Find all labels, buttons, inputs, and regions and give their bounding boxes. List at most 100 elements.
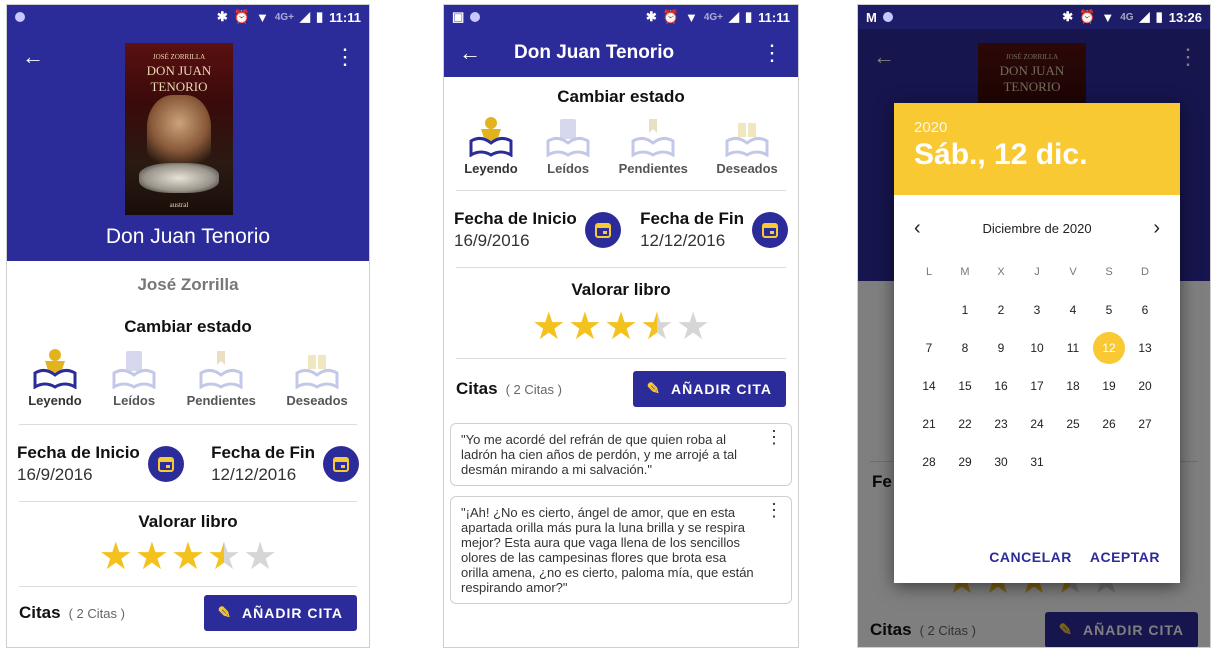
calendar-day[interactable]: 17 xyxy=(1019,367,1055,405)
cover-portrait-collar xyxy=(139,163,219,193)
calendar-day-number: 6 xyxy=(1141,303,1149,317)
calendar-day[interactable]: 6 xyxy=(1127,291,1163,329)
image-notification-icon: ▣ xyxy=(452,9,465,24)
bookmark-book-icon xyxy=(631,119,675,157)
calendar-day[interactable]: 21 xyxy=(911,405,947,443)
calendar-day[interactable]: 25 xyxy=(1055,405,1091,443)
chevron-right-icon: › xyxy=(1153,216,1160,239)
prev-month-button[interactable]: ‹ xyxy=(914,217,921,240)
calendar-day[interactable]: 14 xyxy=(911,367,947,405)
rating-star[interactable]: ★ xyxy=(676,308,710,346)
calendar-day[interactable]: 18 xyxy=(1055,367,1091,405)
cancel-button[interactable]: CANCELAR xyxy=(989,549,1072,565)
month-navigation: ‹ Diciembre de 2020 › xyxy=(894,213,1180,243)
rating-star[interactable]: ★ xyxy=(207,538,241,576)
quote-card[interactable]: "Yo me acordé del refrán de que quien ro… xyxy=(450,423,792,486)
rating-star[interactable]: ★ xyxy=(532,308,566,346)
calendar-day[interactable]: 20 xyxy=(1127,367,1163,405)
calendar-day-number: 11 xyxy=(1066,341,1080,355)
rating-star[interactable]: ★ xyxy=(171,538,205,576)
rating-stars[interactable]: ★★★★★ xyxy=(7,538,369,576)
end-date-value: 12/12/2016 xyxy=(211,465,297,484)
calendar-day[interactable]: 7 xyxy=(911,329,947,367)
calendar-grid: L M X J V S D 1 2 3 4 5 6 7 8 9 10 11 12 13 14 15 16 17 18 19 20 21… xyxy=(894,253,1180,481)
estado-deseados[interactable]: Deseados xyxy=(716,115,778,176)
start-date-picker-button[interactable] xyxy=(584,212,621,248)
calendar-day[interactable]: 27 xyxy=(1127,405,1163,443)
calendar-day-number: 2 xyxy=(997,303,1005,317)
clock: 11:11 xyxy=(329,9,361,25)
end-date-value: 12/12/2016 xyxy=(640,231,726,250)
calendar-day-number: 26 xyxy=(1102,417,1116,431)
calendar-day[interactable]: 1 xyxy=(947,291,983,329)
calendar-day-number: 5 xyxy=(1105,303,1113,317)
calendar-day[interactable]: 13 xyxy=(1127,329,1163,367)
calendar-day[interactable]: 16 xyxy=(983,367,1019,405)
overflow-menu-button[interactable]: ⋮ xyxy=(758,39,786,67)
calendar-day[interactable]: 19 xyxy=(1091,367,1127,405)
calendar-day[interactable]: 23 xyxy=(983,405,1019,443)
calendar-day[interactable]: 11 xyxy=(1055,329,1091,367)
divider xyxy=(456,267,786,268)
calendar-day[interactable]: 8 xyxy=(947,329,983,367)
add-quote-button[interactable]: ✎ AÑADIR CITA xyxy=(203,595,357,631)
estado-deseados[interactable]: Deseados xyxy=(286,347,348,408)
accept-button[interactable]: ACEPTAR xyxy=(1090,549,1160,565)
calendar-day[interactable]: 4 xyxy=(1055,291,1091,329)
estado-leidos[interactable]: Leídos xyxy=(112,347,156,408)
rating-star[interactable]: ★ xyxy=(604,308,638,346)
gift-book-icon xyxy=(295,351,339,389)
quote-card[interactable]: "¡Ah! ¿No es cierto, ángel de amor, que … xyxy=(450,496,792,604)
calendar-day[interactable]: 29 xyxy=(947,443,983,481)
clock: 11:11 xyxy=(758,9,790,25)
calendar-day-number: 23 xyxy=(994,417,1008,431)
quote-text: "¡Ah! ¿No es cierto, ángel de amor, que … xyxy=(461,505,754,595)
calendar-day[interactable]: 3 xyxy=(1019,291,1055,329)
bluetooth-icon: ✱ xyxy=(216,9,228,24)
quote-menu-button[interactable]: ⋮ xyxy=(765,428,783,446)
rating-star[interactable]: ★ xyxy=(135,538,169,576)
calendar-day-number: 19 xyxy=(1102,379,1116,393)
calendar-day[interactable]: 5 xyxy=(1091,291,1127,329)
calendar-day[interactable]: 28 xyxy=(911,443,947,481)
estado-pendientes[interactable]: Pendientes xyxy=(187,347,256,408)
calendar-day[interactable]: 15 xyxy=(947,367,983,405)
end-date-picker-button[interactable] xyxy=(323,446,359,482)
rating-star[interactable]: ★ xyxy=(243,538,277,576)
calendar-day[interactable]: 12 xyxy=(1091,329,1127,367)
end-date-picker-button[interactable] xyxy=(752,212,788,248)
rating-star[interactable]: ★ xyxy=(99,538,133,576)
calendar-day[interactable]: 24 xyxy=(1019,405,1055,443)
calendar-day[interactable]: 30 xyxy=(983,443,1019,481)
estado-leyendo[interactable]: Leyendo xyxy=(464,115,518,176)
add-quote-button[interactable]: ✎ AÑADIR CITA xyxy=(632,371,786,407)
next-month-button[interactable]: › xyxy=(1153,217,1160,240)
date-picker-year[interactable]: 2020 xyxy=(914,119,1160,136)
citas-count: ( 2 Citas ) xyxy=(68,606,125,621)
bookmark-book-icon xyxy=(199,351,243,389)
calendar-day[interactable]: 10 xyxy=(1019,329,1055,367)
rating-star[interactable]: ★ xyxy=(640,308,674,346)
estado-label: Leyendo xyxy=(464,161,518,176)
quote-menu-button[interactable]: ⋮ xyxy=(765,501,783,519)
gift-book-icon xyxy=(725,119,769,157)
overflow-menu-button[interactable]: ⋮ xyxy=(331,43,359,71)
status-bar: ▣ ✱ ⏰ ▼ 4G+ ◢ ▮ 11:11 xyxy=(444,5,798,29)
divider xyxy=(456,190,786,191)
start-date-picker-button[interactable] xyxy=(147,446,184,482)
calendar-day[interactable]: 9 xyxy=(983,329,1019,367)
clock: 13:26 xyxy=(1168,9,1202,25)
citas-label: Citas xyxy=(19,603,61,622)
calendar-day[interactable]: 26 xyxy=(1091,405,1127,443)
calendar-day[interactable]: 22 xyxy=(947,405,983,443)
estado-pendientes[interactable]: Pendientes xyxy=(619,115,688,176)
back-button[interactable]: ← xyxy=(456,39,484,67)
calendar-day[interactable]: 2 xyxy=(983,291,1019,329)
calendar-day[interactable]: 31 xyxy=(1019,443,1055,481)
estado-title: Cambiar estado xyxy=(557,87,685,106)
estado-leidos[interactable]: Leídos xyxy=(546,115,590,176)
estado-leyendo[interactable]: Leyendo xyxy=(28,347,82,408)
back-button[interactable]: ← xyxy=(19,43,47,71)
rating-star[interactable]: ★ xyxy=(568,308,602,346)
rating-stars[interactable]: ★★★★★ xyxy=(444,308,798,346)
